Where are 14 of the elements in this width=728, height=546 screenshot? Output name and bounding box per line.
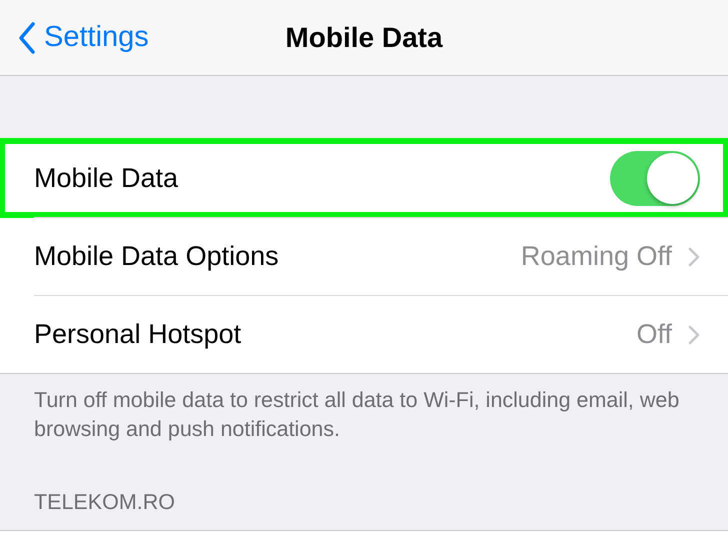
row-value: Off [636,318,672,352]
chevron-icon [688,246,700,266]
row-label: Personal Hotspot [34,318,242,352]
back-button[interactable]: Settings [0,0,149,76]
footer-note: Turn off mobile data to restrict all data to Wi-Fi, including email, web browsing and push notifications. [33,387,680,443]
nav-title: Mobile Data [285,20,443,54]
chevron-icon [688,324,700,344]
row-label: Mobile Data Options [34,240,279,274]
row-value: Roaming Off [520,240,672,274]
back-chevron-icon [18,22,36,54]
settings-row[interactable]: Mobile Data [0,139,728,217]
section-header: TELEKOM.RO [33,489,176,516]
toggle-switch[interactable] [610,150,700,206]
row-label: Mobile Data [34,162,178,195]
